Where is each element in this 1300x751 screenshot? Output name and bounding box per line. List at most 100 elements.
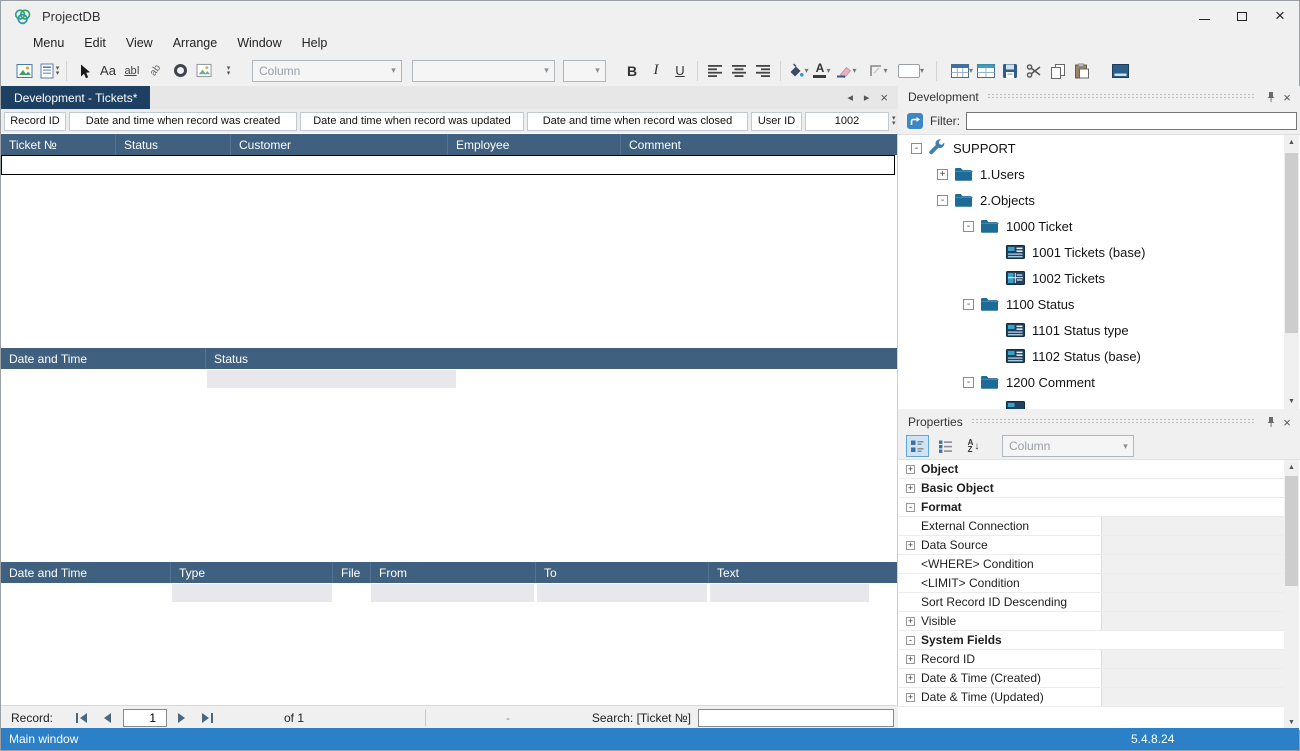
expander-icon[interactable]: - <box>963 377 974 388</box>
properties-panel-header[interactable]: Properties × <box>898 411 1300 433</box>
chevron-down-icon[interactable]: ▾ <box>826 66 830 75</box>
tab-scroll-left-icon[interactable]: ◂ <box>847 91 853 104</box>
chevron-down-icon[interactable]: ▾ <box>804 66 808 75</box>
expander-icon[interactable]: + <box>906 465 915 474</box>
menu-item-help[interactable]: Help <box>292 33 338 53</box>
column-header[interactable]: Customer <box>231 134 448 155</box>
property-value-cell[interactable] <box>1101 517 1284 535</box>
comments-grid-cell[interactable] <box>371 584 534 602</box>
toolbar-overflow-button[interactable]: ▾▾ <box>216 58 240 84</box>
maximize-button[interactable] <box>1223 1 1261 31</box>
properties-combobox[interactable]: Column ▾ <box>1002 435 1134 457</box>
comments-grid-cell[interactable] <box>710 584 869 602</box>
properties-scrollbar[interactable]: ▲ ▼ <box>1284 460 1299 730</box>
chevron-down-icon[interactable]: ▾ <box>590 65 605 76</box>
menu-item-window[interactable]: Window <box>227 33 291 53</box>
tree-item-1101-status-type[interactable]: 1101 Status type <box>898 317 1300 343</box>
tree-item-objects[interactable]: - 2.Objects <box>898 187 1300 213</box>
tickets-selected-row[interactable] <box>1 155 895 175</box>
select-tool-button[interactable] <box>72 58 96 84</box>
categorized-view-button[interactable] <box>906 435 929 457</box>
alphabetical-sort-button[interactable]: AZ↓ <box>962 435 985 457</box>
property-row-basic-object[interactable]: +Basic Object <box>898 479 1284 498</box>
paste-button[interactable] <box>1070 58 1094 84</box>
tree-filter-input[interactable] <box>966 112 1297 130</box>
tree-item-1000-ticket[interactable]: - 1000 Ticket <box>898 213 1300 239</box>
last-record-button[interactable] <box>201 712 215 724</box>
expander-icon[interactable]: - <box>906 503 915 512</box>
property-row-sort-record-id[interactable]: Sort Record ID Descending <box>898 593 1284 612</box>
panel-toggle-button[interactable] <box>1108 58 1132 84</box>
expander-icon[interactable]: + <box>906 655 915 664</box>
property-value-cell[interactable] <box>1101 593 1284 611</box>
textbox-tool-button[interactable]: abǀ <box>120 58 144 84</box>
next-record-button[interactable] <box>177 712 188 724</box>
close-icon[interactable]: × <box>1279 90 1295 105</box>
column-header[interactable]: Date and Time <box>1 562 171 583</box>
property-value-cell[interactable] <box>1101 536 1284 554</box>
close-button[interactable]: × <box>1261 1 1299 31</box>
align-right-button[interactable] <box>751 58 775 84</box>
column-header[interactable]: Ticket № <box>1 134 116 155</box>
property-row-data-source[interactable]: +Data Source <box>898 536 1284 555</box>
shape-style-button[interactable]: ▾ <box>898 58 924 84</box>
column-header[interactable]: Text <box>709 562 897 583</box>
menu-item-arrange[interactable]: Arrange <box>163 33 227 53</box>
tree-item-1200-comment[interactable]: - 1200 Comment <box>898 369 1300 395</box>
chevron-down-icon[interactable]: ▾ <box>539 65 554 76</box>
new-form-button[interactable]: ▾▾ <box>37 58 61 84</box>
sync-selection-button[interactable] <box>906 112 924 130</box>
copy-button[interactable] <box>1046 58 1070 84</box>
column-header[interactable]: Employee <box>448 134 621 155</box>
tree-item-users[interactable]: + 1.Users <box>898 161 1300 187</box>
column-header[interactable]: To <box>536 562 709 583</box>
chevron-down-icon[interactable]: ▾ <box>920 66 924 75</box>
size-combobox[interactable]: ▾ <box>563 60 606 82</box>
form-dropdown-icon[interactable]: ▾▾ <box>56 66 60 76</box>
scroll-thumb[interactable] <box>1285 153 1298 333</box>
italic-button[interactable]: I <box>644 58 668 84</box>
menu-item-edit[interactable]: Edit <box>74 33 116 53</box>
pin-icon[interactable] <box>1263 91 1279 103</box>
minimize-button[interactable] <box>1185 1 1223 31</box>
expander-icon[interactable]: - <box>906 636 915 645</box>
menu-item-view[interactable]: View <box>116 33 163 53</box>
expander-icon[interactable]: + <box>937 169 948 180</box>
field-closed[interactable]: Date and time when record was closed <box>527 112 748 131</box>
font-color-button[interactable]: A ▾ <box>810 58 834 84</box>
property-row-visible[interactable]: +Visible <box>898 612 1284 631</box>
expander-icon[interactable]: + <box>906 674 915 683</box>
rotated-label-tool-button[interactable]: ab <box>144 58 168 84</box>
column-header[interactable]: Status <box>116 134 231 155</box>
underline-button[interactable]: U <box>668 58 692 84</box>
scroll-down-icon[interactable]: ▼ <box>1284 394 1299 409</box>
property-value-cell[interactable] <box>1101 650 1284 668</box>
tree-item-1002-tickets[interactable]: 1002 Tickets <box>898 265 1300 291</box>
align-center-button[interactable] <box>727 58 751 84</box>
development-panel-header[interactable]: Development × <box>898 86 1300 108</box>
align-left-button[interactable] <box>703 58 727 84</box>
tree-item-1100-status[interactable]: - 1100 Status <box>898 291 1300 317</box>
first-record-button[interactable] <box>75 712 89 724</box>
cut-button[interactable] <box>1022 58 1046 84</box>
tree-item-1102-status-base[interactable]: 1102 Status (base) <box>898 343 1300 369</box>
image-tool-button[interactable] <box>192 58 216 84</box>
property-row-external-connection[interactable]: External Connection <box>898 517 1284 536</box>
column-header[interactable]: Comment <box>621 134 897 155</box>
menu-item-menu[interactable]: Menu <box>23 33 74 53</box>
report-button[interactable] <box>13 58 37 84</box>
field-created[interactable]: Date and time when record was created <box>69 112 297 131</box>
save-button[interactable] <box>998 58 1022 84</box>
column-header[interactable]: Type <box>171 562 333 583</box>
status-grid-cell[interactable] <box>207 370 456 388</box>
tab-development-tickets[interactable]: Development - Tickets* <box>1 86 150 109</box>
comments-grid-cell[interactable] <box>537 584 707 602</box>
column-header[interactable]: File <box>333 562 371 583</box>
property-value-cell[interactable] <box>1101 688 1284 706</box>
chevron-down-icon[interactable]: ▾ <box>852 66 856 75</box>
expander-icon[interactable]: - <box>911 143 922 154</box>
fields-overflow-icon[interactable]: ▾▾ <box>892 116 896 126</box>
highlight-color-button[interactable]: ▾ <box>834 58 858 84</box>
bold-button[interactable]: B <box>620 58 644 84</box>
property-value-cell[interactable] <box>1101 574 1284 592</box>
